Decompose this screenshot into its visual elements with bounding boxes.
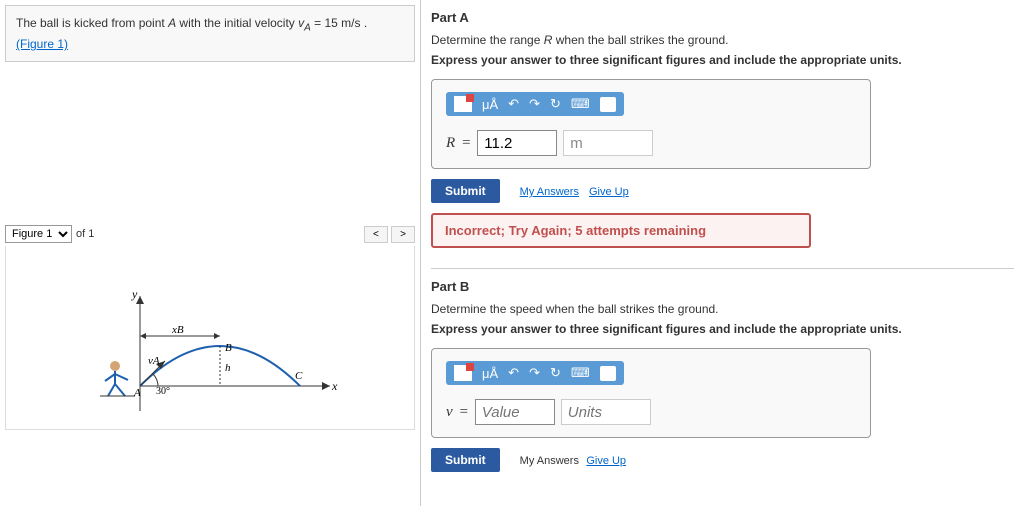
- undo-icon[interactable]: ↶: [508, 96, 519, 112]
- part-a-feedback: Incorrect; Try Again; 5 attempts remaini…: [431, 213, 811, 248]
- svg-text:30°: 30°: [156, 386, 170, 397]
- part-a-prompt: Determine the range R when the ball stri…: [431, 33, 1014, 47]
- part-b-answer-row: v =: [446, 399, 856, 425]
- part-b-submit-button[interactable]: Submit: [431, 448, 500, 472]
- svg-text:xB: xB: [171, 324, 184, 336]
- svg-text:B: B: [225, 342, 232, 354]
- redo-icon[interactable]: ↷: [529, 96, 540, 112]
- part-b-toolbar: μÅ ↶ ↷ ↻ ⌨ ?: [446, 361, 624, 385]
- figure-prev-button[interactable]: <: [364, 226, 388, 243]
- part-b-value-input[interactable]: [475, 399, 555, 425]
- undo-icon[interactable]: ↶: [508, 365, 519, 381]
- part-b-prompt: Determine the speed when the ball strike…: [431, 302, 1014, 316]
- help-button[interactable]: ?: [600, 366, 616, 381]
- part-b-give-up-link[interactable]: Give Up: [586, 455, 626, 467]
- figure-count: of 1: [76, 228, 94, 240]
- part-a-variable: R: [446, 135, 455, 152]
- part-a-answer-row: R =: [446, 130, 856, 156]
- part-b-my-answers-link[interactable]: My Answers: [520, 455, 579, 467]
- svg-text:h: h: [225, 362, 231, 374]
- part-a-submit-button[interactable]: Submit: [431, 179, 500, 203]
- figure-link[interactable]: (Figure 1): [16, 37, 68, 51]
- part-a-toolbar: μÅ ↶ ↷ ↻ ⌨ ?: [446, 92, 624, 116]
- symbols-button[interactable]: μÅ: [482, 366, 498, 381]
- figure-panel: Figure 1 of 1 < > y x: [5, 222, 415, 430]
- problem-statement: The ball is kicked from point A with the…: [5, 5, 415, 62]
- part-a-unit-input[interactable]: [563, 130, 653, 156]
- part-b-answer-box: μÅ ↶ ↷ ↻ ⌨ ? v =: [431, 348, 871, 438]
- figure-image: y x vA 30° A B: [5, 246, 415, 430]
- part-b: Part B Determine the speed when the ball…: [431, 279, 1014, 472]
- reset-icon[interactable]: ↻: [550, 96, 561, 112]
- keyboard-icon[interactable]: ⌨: [571, 365, 590, 381]
- help-button[interactable]: ?: [600, 97, 616, 112]
- symbols-button[interactable]: μÅ: [482, 97, 498, 112]
- keyboard-icon[interactable]: ⌨: [571, 96, 590, 112]
- figure-next-button[interactable]: >: [391, 226, 415, 243]
- part-b-title: Part B: [431, 279, 1014, 294]
- equals-sign: =: [459, 404, 469, 421]
- template-icon[interactable]: [454, 365, 472, 381]
- part-a-answer-box: μÅ ↶ ↷ ↻ ⌨ ? R =: [431, 79, 871, 169]
- part-b-unit-input[interactable]: [561, 399, 651, 425]
- svg-text:vA: vA: [148, 355, 160, 367]
- part-a-value-input[interactable]: [477, 130, 557, 156]
- part-a-instruct: Express your answer to three significant…: [431, 53, 1014, 67]
- part-a-title: Part A: [431, 10, 1014, 25]
- equals-sign: =: [461, 135, 471, 152]
- template-icon[interactable]: [454, 96, 472, 112]
- svg-text:A: A: [133, 387, 141, 399]
- problem-text: The ball is kicked from point A with the…: [16, 16, 367, 30]
- part-a-my-answers-link[interactable]: My Answers: [520, 186, 579, 198]
- part-b-instruct: Express your answer to three significant…: [431, 322, 1014, 336]
- redo-icon[interactable]: ↷: [529, 365, 540, 381]
- svg-text:y: y: [131, 287, 138, 301]
- svg-text:x: x: [331, 379, 338, 393]
- part-b-variable: v: [446, 404, 453, 421]
- reset-icon[interactable]: ↻: [550, 365, 561, 381]
- part-a: Part A Determine the range R when the ba…: [431, 10, 1014, 248]
- part-a-give-up-link[interactable]: Give Up: [589, 186, 629, 198]
- svg-text:C: C: [295, 370, 303, 382]
- divider: [431, 268, 1014, 269]
- figure-select[interactable]: Figure 1: [5, 225, 72, 243]
